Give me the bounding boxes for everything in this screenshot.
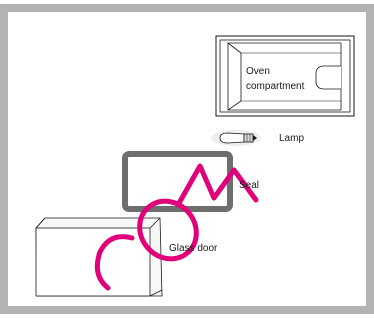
oven-diagram (0, 4, 374, 314)
lamp-label: Lamp (279, 133, 305, 144)
oven-compartment-label-line1: Oven (246, 66, 270, 77)
oven-compartment-illustration (215, 35, 355, 117)
oven-compartment-label-line2: compartment (246, 81, 305, 92)
seal-label: Seal (239, 180, 260, 191)
glass-door-label: Glass door (169, 243, 218, 254)
seal-illustration (122, 151, 233, 212)
lamp-icon (211, 130, 261, 146)
